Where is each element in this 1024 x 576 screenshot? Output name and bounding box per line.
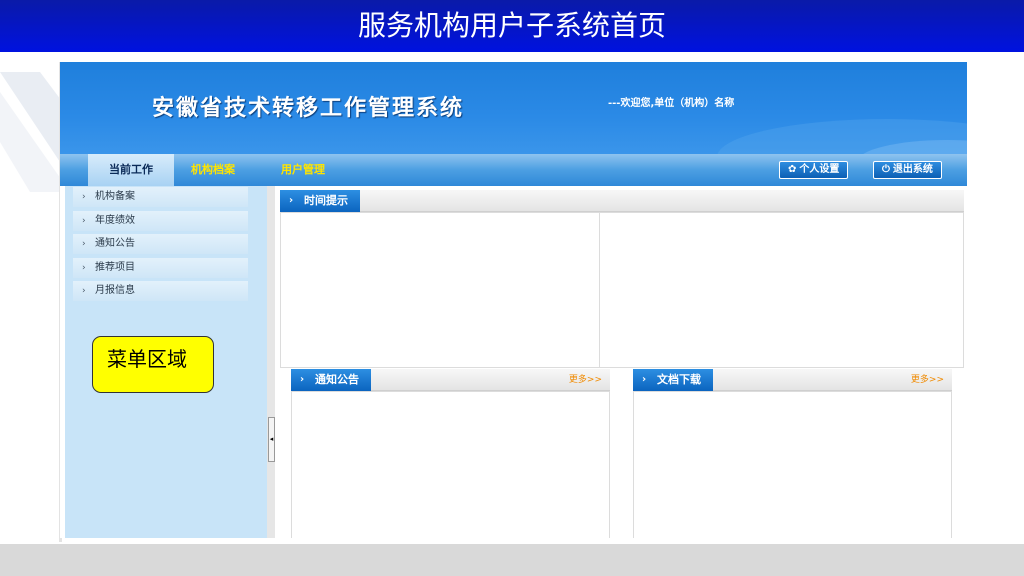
notices-title: 通知公告 <box>315 373 359 386</box>
settings-button-label: 个人设置 <box>799 164 840 175</box>
nav-item-user-management[interactable]: 用户管理 <box>281 154 325 186</box>
app-header: 安徽省技术转移工作管理系统 ---欢迎您,单位（机构）名称 <box>60 62 967 154</box>
sidebar-item-label: 推荐项目 <box>95 262 135 273</box>
sidebar-item-label: 通知公告 <box>95 238 135 249</box>
settings-button[interactable]: ✿ 个人设置 <box>779 161 849 179</box>
sidebar-item-label: 月报信息 <box>95 285 135 296</box>
downloads-tab[interactable]: › 文档下载 <box>633 369 713 391</box>
chevron-right-icon: › <box>82 192 86 202</box>
sidebar-item-monthly-report[interactable]: › 月报信息 <box>73 281 248 301</box>
downloads-title: 文档下载 <box>657 373 701 386</box>
time-reminder-tab[interactable]: › 时间提示 <box>280 190 360 212</box>
sidebar-splitter <box>267 186 275 538</box>
time-reminder-panel-left <box>280 212 600 368</box>
power-icon: ⏻ <box>882 164 890 175</box>
logout-button-label: 退出系统 <box>892 164 933 175</box>
downloads-panel-body <box>633 391 952 538</box>
sidebar-item-recommended-projects[interactable]: › 推荐项目 <box>73 258 248 278</box>
chevron-right-icon: › <box>82 263 86 273</box>
chevron-right-icon: › <box>289 195 294 206</box>
chevron-right-icon: › <box>82 216 86 226</box>
top-navbar: 当前工作 机构档案 用户管理 ✿ 个人设置 ⏻ 退出系统 <box>60 154 967 186</box>
app-title: 安徽省技术转移工作管理系统 <box>152 96 465 121</box>
nav-item-current-work[interactable]: 当前工作 <box>88 154 174 186</box>
time-reminder-title: 时间提示 <box>304 194 348 207</box>
chevron-right-icon: › <box>300 374 305 385</box>
slide-title: 服务机构用户子系统首页 <box>0 0 1024 52</box>
logout-button[interactable]: ⏻ 退出系统 <box>873 161 942 179</box>
sidebar-item-annual-performance[interactable]: › 年度绩效 <box>73 211 248 231</box>
time-reminder-panel-right <box>599 212 964 368</box>
sidebar: › 机构备案 › 年度绩效 › 通知公告 › 推荐项目 › 月报信息 菜单区域 <box>65 186 267 538</box>
menu-area-callout: 菜单区域 <box>92 336 214 393</box>
gear-icon: ✿ <box>788 164 797 175</box>
sidebar-item-notices[interactable]: › 通知公告 <box>73 234 248 254</box>
sidebar-item-institution-filing[interactable]: › 机构备案 <box>73 187 248 207</box>
welcome-text: ---欢迎您,单位（机构）名称 <box>608 98 735 109</box>
downloads-panel-header: › 文档下载 更多>> <box>633 369 952 391</box>
notices-more-link[interactable]: 更多>> <box>569 369 602 391</box>
time-reminder-panel-header: › 时间提示 <box>280 190 964 212</box>
nav-item-institution-archive[interactable]: 机构档案 <box>191 154 235 186</box>
collapse-sidebar-handle[interactable]: ◂ <box>268 417 275 462</box>
app-window: 安徽省技术转移工作管理系统 ---欢迎您,单位（机构）名称 当前工作 机构档案 … <box>60 62 967 538</box>
downloads-more-link[interactable]: 更多>> <box>911 369 944 391</box>
slide-footer <box>0 544 1024 576</box>
chevron-right-icon: › <box>82 286 86 296</box>
sidebar-item-label: 年度绩效 <box>95 215 135 226</box>
notices-panel-header: › 通知公告 更多>> <box>291 369 610 391</box>
sidebar-item-label: 机构备案 <box>95 191 135 202</box>
notices-panel-body <box>291 391 610 538</box>
notices-tab[interactable]: › 通知公告 <box>291 369 371 391</box>
chevron-right-icon: › <box>642 374 647 385</box>
chevron-right-icon: › <box>82 239 86 249</box>
